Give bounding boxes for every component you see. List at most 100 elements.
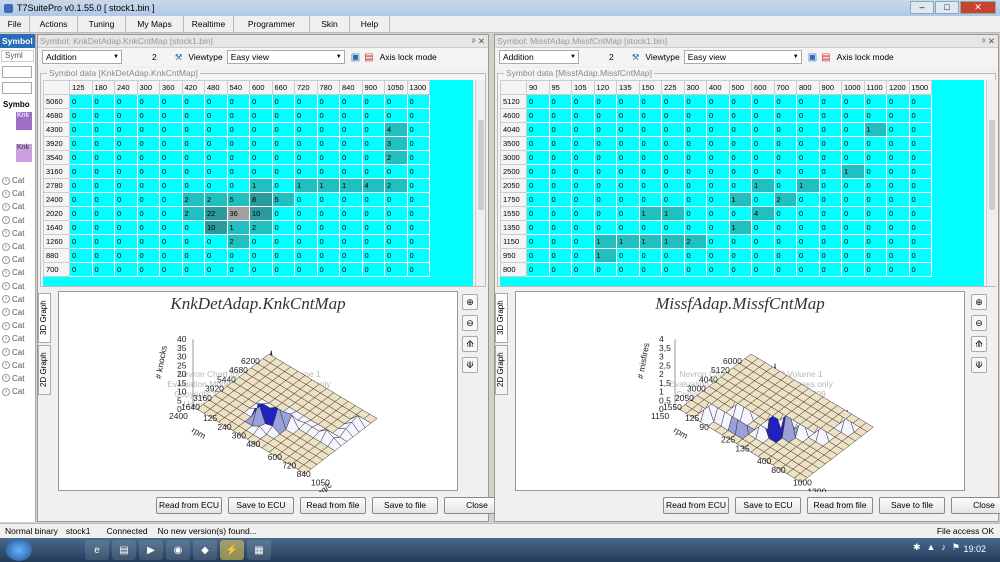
map-cell[interactable]: 0 [159,150,183,165]
map-cell[interactable]: 0 [728,136,752,151]
map-cell[interactable]: 0 [908,234,932,249]
app-icon[interactable]: ◆ [193,540,217,560]
map-cell[interactable]: 0 [384,164,408,179]
map-cell[interactable]: 0 [571,150,595,165]
map-grid[interactable]: 90 95 105 120 135 150 225 300 400 500 600 700 800 900… [500,80,984,286]
tab-3d-graph[interactable]: 3D Graph [495,293,508,343]
map-cell[interactable]: 0 [136,262,160,277]
map-cell[interactable]: 0 [863,150,887,165]
map-cell[interactable]: 0 [751,94,775,109]
map-cell[interactable]: 2 [181,192,205,207]
sidebar-symbol-item[interactable]: Knk [16,112,32,130]
map-cell[interactable]: 0 [818,248,842,263]
map-cell[interactable]: 0 [316,206,340,221]
map-cell[interactable]: 0 [706,164,730,179]
map-cell[interactable]: 0 [571,206,595,221]
map-cell[interactable]: 0 [271,262,295,277]
map-cell[interactable]: 0 [526,220,550,235]
map-cell[interactable]: 0 [841,136,865,151]
map-cell[interactable]: 0 [526,206,550,221]
map-cell[interactable]: 0 [226,178,250,193]
map-cell[interactable]: 0 [69,248,93,263]
map-cell[interactable]: 0 [69,122,93,137]
map-cell[interactable]: 0 [886,262,910,277]
map-cell[interactable]: 0 [271,150,295,165]
map-cell[interactable]: 0 [683,164,707,179]
map-cell[interactable]: 0 [526,108,550,123]
map-cell[interactable]: 0 [114,178,138,193]
map-cell[interactable]: 0 [863,234,887,249]
map-cell[interactable]: 0 [841,108,865,123]
map-cell[interactable]: 0 [406,94,430,109]
map-cell[interactable]: 0 [114,94,138,109]
map-cell[interactable]: 0 [571,178,595,193]
map-table[interactable]: 90 95 105 120 135 150 225 300 400 500 600 700 800 900… [500,80,932,277]
map-cell[interactable]: 0 [661,150,685,165]
map-cell[interactable]: 0 [751,234,775,249]
menu-item-my-maps[interactable]: My Maps [126,16,184,32]
map-cell[interactable]: 0 [181,164,205,179]
map-cell[interactable]: 0 [114,164,138,179]
map-cell[interactable]: 0 [548,262,572,277]
map-cell[interactable]: 0 [226,150,250,165]
map-cell[interactable]: 0 [114,206,138,221]
map-cell[interactable]: 0 [114,136,138,151]
map-cell[interactable]: 0 [818,220,842,235]
map-cell[interactable]: 0 [886,234,910,249]
map-cell[interactable]: 0 [796,262,820,277]
map-cell[interactable]: 0 [159,192,183,207]
map-cell[interactable]: 0 [886,108,910,123]
map-cell[interactable]: 0 [706,150,730,165]
map-cell[interactable]: 0 [91,164,115,179]
grid-scrollbar[interactable] [986,80,996,286]
map-cell[interactable]: 0 [339,122,363,137]
map-cell[interactable]: 4 [384,122,408,137]
map-cell[interactable]: 0 [863,192,887,207]
map-cell[interactable]: 0 [571,108,595,123]
map-cell[interactable]: 0 [294,108,318,123]
map-cell[interactable]: 0 [406,122,430,137]
map-cell[interactable]: 0 [136,122,160,137]
map-cell[interactable]: 0 [751,108,775,123]
map-cell[interactable]: 0 [616,164,640,179]
map-cell[interactable]: 0 [886,192,910,207]
map-cell[interactable]: 1 [226,220,250,235]
map-cell[interactable]: 0 [661,122,685,137]
map-cell[interactable]: 0 [548,206,572,221]
map-cell[interactable]: 0 [114,262,138,277]
map-cell[interactable]: 0 [159,248,183,263]
map-cell[interactable]: 4 [751,206,775,221]
map-cell[interactable]: 0 [908,108,932,123]
media-icon[interactable]: ▶ [139,540,163,560]
map-cell[interactable]: 0 [159,122,183,137]
map-cell[interactable]: 0 [863,262,887,277]
map-cell[interactable]: 0 [773,164,797,179]
category-item[interactable]: › Cat [0,319,35,332]
map-cell[interactable]: 0 [841,206,865,221]
tab-3d-graph[interactable]: 3D Graph [38,293,51,343]
map-cell[interactable]: 0 [818,164,842,179]
map-cell[interactable]: 5 [226,192,250,207]
map-cell[interactable]: 0 [773,136,797,151]
map-cell[interactable]: 0 [526,122,550,137]
map-cell[interactable]: 0 [638,122,662,137]
map-cell[interactable]: 0 [886,164,910,179]
read-from-file-button[interactable]: Read from file [300,497,366,514]
map-cell[interactable]: 0 [728,150,752,165]
map-cell[interactable]: 0 [339,192,363,207]
save-to-file-button[interactable]: Save to file [879,497,945,514]
map-cell[interactable]: 0 [361,122,385,137]
map-cell[interactable]: 0 [384,248,408,263]
map-cell[interactable]: 0 [294,262,318,277]
step-value[interactable]: 2 [152,52,157,62]
map-cell[interactable]: 0 [886,122,910,137]
map-cell[interactable]: 0 [638,150,662,165]
map-cell[interactable]: 0 [841,262,865,277]
map-cell[interactable]: 0 [204,164,228,179]
rotate-up-icon[interactable]: ⟰ [462,336,478,352]
map-cell[interactable]: 0 [683,248,707,263]
map-cell[interactable]: 0 [384,192,408,207]
map-cell[interactable]: 0 [204,122,228,137]
map-cell[interactable]: 0 [863,178,887,193]
map-cell[interactable]: 0 [136,220,160,235]
